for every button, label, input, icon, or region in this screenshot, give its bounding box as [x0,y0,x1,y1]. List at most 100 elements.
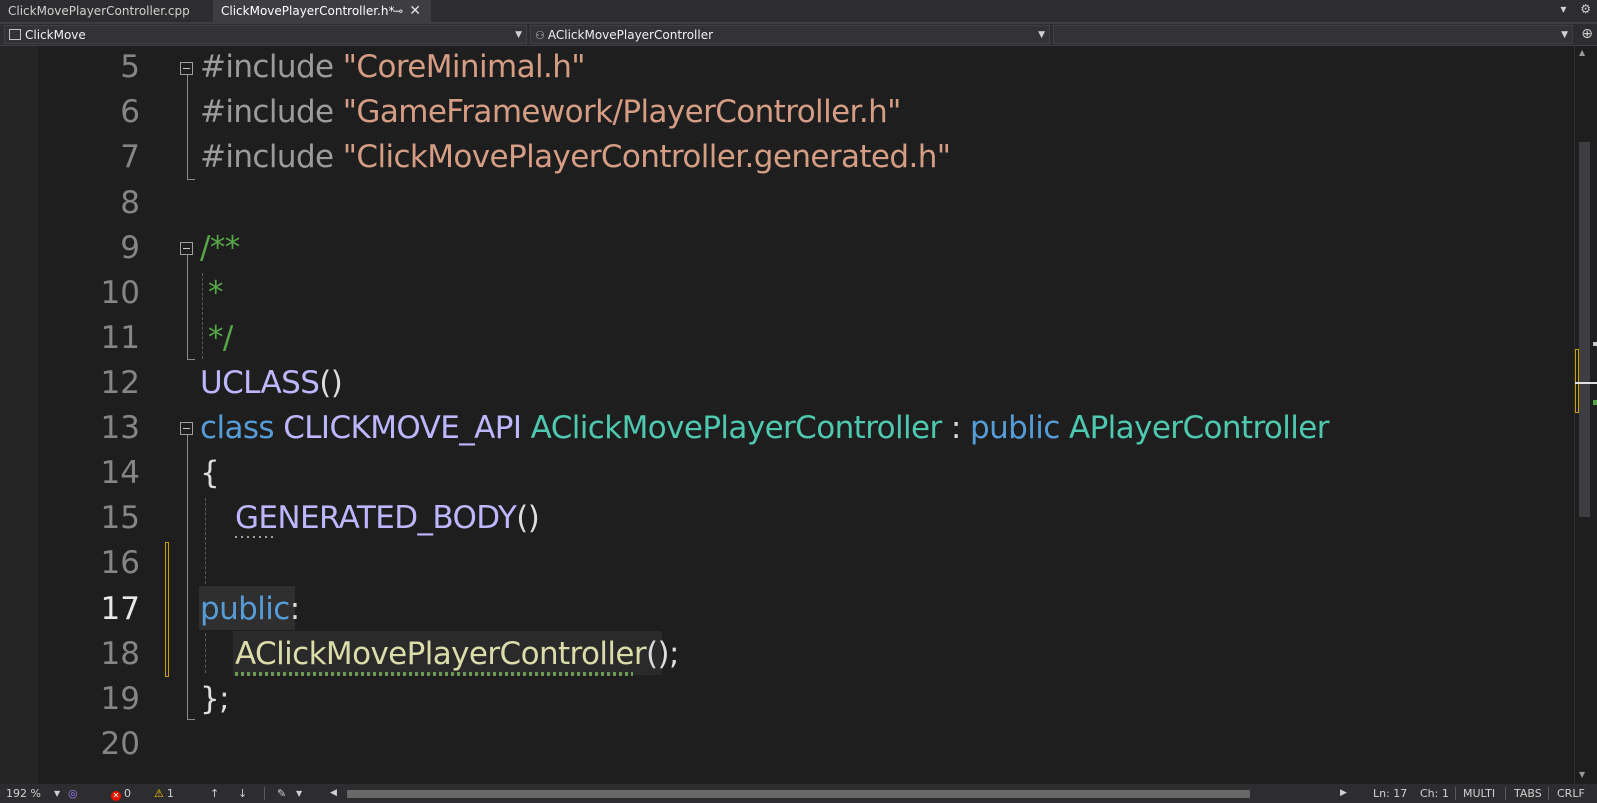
fold-guide-end [187,719,195,720]
keyword-token: public [970,410,1069,446]
pin-icon[interactable]: ⊸ [393,0,403,22]
scroll-up-icon[interactable]: ▲ [1579,48,1585,57]
scope-dropdown[interactable]: ⚇ AClickMovePlayerController ▼ [530,25,1050,44]
string-token: "GameFramework/PlayerController.h" [342,94,902,130]
line-number: 5 [120,49,140,85]
line-number: 20 [100,726,140,762]
type-token: AClickMovePlayerController [530,410,943,446]
close-icon[interactable]: ✕ [409,0,421,22]
punctuation-token: () [516,500,540,536]
document-tab-bar: ClickMovePlayerController.cpp ClickMoveP… [0,0,1597,24]
editor-status-bar: 192 % ▼ ◎ ✕ 0 ⚠ 1 ↑ ↓ ✎ ▼ ◀ ▶ Ln: 17 Ch: 1… [0,784,1597,803]
line-number: 10 [100,275,140,311]
split-editor-icon[interactable]: ⊕ [1581,24,1593,44]
line-number: 15 [100,500,140,536]
code-line: /** [200,225,240,271]
saved-change-marker [1593,400,1597,405]
line-number: 6 [120,94,140,130]
fold-guide [187,435,188,719]
code-line: UCLASS() [200,360,343,406]
preprocessor-token: #include [200,139,343,175]
selection-mode[interactable]: MULTI [1463,784,1495,803]
chevron-down-icon: ▼ [515,30,522,40]
error-count-value: 0 [124,787,131,800]
punctuation-token: { [200,455,220,491]
punctuation-token: : [941,410,971,446]
string-token: "ClickMovePlayerController.generated.h" [342,139,951,175]
macro-token: GENERATED_BODY [235,500,517,536]
tab-cpp-file[interactable]: ClickMovePlayerController.cpp [0,0,210,22]
divider [1505,787,1506,800]
code-cleanup-icon[interactable]: ✎ [277,784,286,803]
warning-count[interactable]: ⚠ 1 [154,784,174,803]
chevron-down-icon[interactable]: ▼ [54,784,60,803]
project-label: ClickMove [25,28,86,42]
vertical-scrollbar[interactable]: ▲ ▼ [1574,46,1597,784]
line-number: 19 [100,681,140,717]
arrow-down-icon[interactable]: ↓ [238,784,247,803]
indicator-margin [0,46,38,784]
line-number: 9 [120,230,140,266]
collapse-region-icon[interactable] [180,62,193,75]
chevron-down-icon[interactable]: ▼ [296,784,302,803]
chevron-down-icon: ▼ [1561,30,1568,40]
scrollbar-thumb[interactable] [347,790,1250,798]
project-dropdown[interactable]: ClickMove ▼ [4,25,527,44]
line-number-current: 17 [100,591,140,627]
horizontal-scrollbar[interactable] [343,790,1340,798]
navigation-bar: ClickMove ▼ ⚇ AClickMovePlayerController … [0,24,1597,46]
collapse-region-icon[interactable] [180,422,193,435]
punctuation-token: : [289,591,300,627]
code-line: */ [208,315,233,361]
code-line: #include "GameFramework/PlayerController… [200,89,901,135]
zoom-level[interactable]: 192 % [6,784,41,803]
tab-header-file[interactable]: ClickMovePlayerController.h* ⊸ ✕ [213,0,431,22]
scroll-down-icon[interactable]: ▼ [1579,770,1585,779]
tab-label: ClickMovePlayerController.h* [221,4,395,18]
line-number: 7 [120,139,140,175]
punctuation-token: () [319,365,343,401]
divider [264,787,265,800]
settings-icon[interactable]: ⚙ [1580,2,1591,16]
project-icon [9,29,21,40]
column-indicator[interactable]: Ch: 1 [1420,784,1449,803]
caret-position-marker [1575,382,1597,384]
code-line: * [208,270,224,316]
error-count[interactable]: ✕ 0 [111,784,131,803]
code-line: { [200,450,220,496]
warning-squiggle [235,672,633,676]
line-number: 8 [120,185,140,221]
line-ending[interactable]: CRLF [1557,784,1585,803]
code-editor[interactable]: 5 6 7 8 9 10 11 12 13 14 15 16 17 18 19 … [0,46,1574,784]
scope-label: AClickMovePlayerController [547,28,714,42]
divider [1548,787,1549,800]
indent-mode[interactable]: TABS [1514,784,1542,803]
arrow-up-icon[interactable]: ↑ [210,784,219,803]
changed-lines-marker [165,542,169,677]
warning-count-value: 1 [166,787,174,800]
indent-guide [202,273,203,359]
scroll-right-icon[interactable]: ▶ [1340,784,1347,803]
member-dropdown[interactable]: ▼ [1053,25,1573,44]
comment-token: * [208,275,224,311]
error-icon: ✕ [111,791,121,801]
collapse-region-icon[interactable] [180,242,193,255]
intellicode-icon[interactable]: ◎ [68,784,78,803]
macro-token: CLICKMOVE_API [283,410,531,446]
code-line: class CLICKMOVE_API AClickMovePlayerCont… [200,405,1330,451]
punctuation-token: }; [200,681,230,717]
scrollbar-thumb[interactable] [1579,142,1590,517]
tab-list-dropdown-icon[interactable]: ▾ [1560,2,1566,16]
code-line: AClickMovePlayerController(); [235,631,679,677]
function-token: AClickMovePlayerController [235,636,647,672]
scroll-marker [1593,342,1597,346]
type-token: APlayerController [1068,410,1330,446]
divider [1455,787,1456,800]
string-token: "CoreMinimal.h" [342,49,586,85]
line-indicator[interactable]: Ln: 17 [1373,784,1407,803]
code-line: #include "CoreMinimal.h" [200,44,586,90]
comment-token: */ [208,320,233,356]
keyword-token: public [200,591,290,627]
scroll-left-icon[interactable]: ◀ [330,784,337,803]
line-number: 13 [100,410,140,446]
